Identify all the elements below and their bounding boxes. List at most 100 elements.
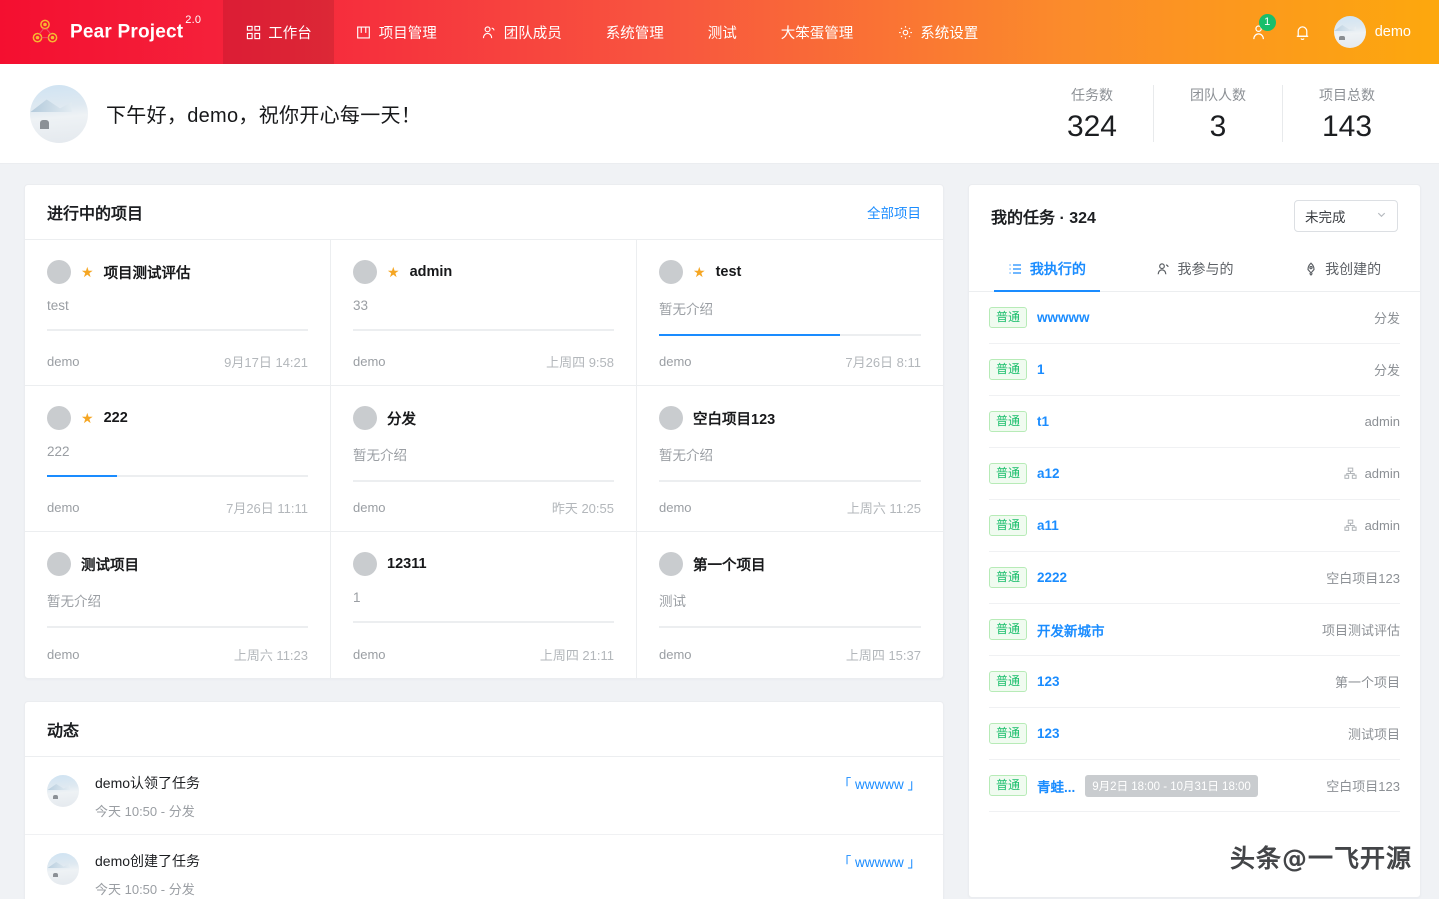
task-name-link[interactable]: 2222 (1037, 570, 1067, 585)
project-owner: demo (659, 500, 692, 515)
star-icon[interactable]: ★ (693, 265, 706, 279)
project-progress-bar (47, 475, 308, 477)
task-name-link[interactable]: a12 (1037, 466, 1060, 481)
task-row[interactable]: 普通 123 第一个项目 (989, 656, 1400, 708)
project-progress-bar (47, 329, 308, 331)
app-header: Pear Project2.0 工作台 项目管理 团队成员 系统管理 测试 大笨… (0, 0, 1439, 64)
task-project: admin (1343, 518, 1400, 533)
tasks-title: 我的任务 · 324 (991, 210, 1096, 227)
star-icon[interactable]: ★ (81, 265, 94, 279)
task-row[interactable]: 普通 青蛙... 9月2日 18:00 - 10月31日 18:00 空白项目123 (989, 760, 1400, 812)
tasks-list[interactable]: 普通 wwwww 分发 普通 1 分发普通 t1 admin 普通 a12 admin 普通 a11 ad… (969, 292, 1420, 897)
task-row[interactable]: 普通 123 测试项目 (989, 708, 1400, 760)
task-name-link[interactable]: t1 (1037, 414, 1049, 429)
project-card[interactable]: 分发 暂无介绍 demo 昨天 20:55 (331, 386, 637, 532)
watermark: 头条@一飞开源 (1229, 844, 1412, 873)
nav-item-dabendan-management[interactable]: 大笨蛋管理 (759, 0, 876, 64)
task-status-filter[interactable]: 未完成 (1294, 200, 1398, 232)
project-owner: demo (47, 354, 80, 369)
project-card[interactable]: 第一个项目 测试 demo 上周四 15:37 (637, 532, 943, 678)
rocket-icon (1303, 262, 1318, 277)
task-row[interactable]: 普通 开发新城市 项目测试评估 (989, 604, 1400, 656)
task-project-name: admin (1364, 414, 1400, 429)
activity-task-link[interactable]: 「 wwwww 」 (838, 773, 921, 793)
task-name-link[interactable]: 123 (1037, 674, 1060, 689)
dashboard-icon (245, 24, 261, 40)
task-status-filter-value: 未完成 (1305, 210, 1346, 225)
priority-tag: 普通 (989, 567, 1028, 588)
bell-icon[interactable] (1292, 21, 1314, 43)
task-project: 测试项目 (1348, 724, 1400, 743)
tab-my-created[interactable]: 我创建的 (1268, 247, 1416, 291)
nav-item-system-settings[interactable]: 系统设置 (875, 0, 1000, 64)
subtask-icon (1343, 467, 1358, 481)
project-card-header: 测试项目 (47, 552, 308, 576)
nav-label: 项目管理 (378, 25, 437, 42)
tasks-tabs: 我执行的 我参与的 我创建的 (969, 247, 1420, 292)
tab-my-executing[interactable]: 我执行的 (973, 247, 1121, 292)
project-card[interactable]: ★ admin 33 demo 上周四 9:58 (331, 240, 637, 386)
project-card[interactable]: ★ 项目测试评估 test demo 9月17日 14:21 (25, 240, 331, 386)
project-card[interactable]: ★ 222 222 demo 7月26日 11:11 (25, 386, 331, 532)
stat-task-count: 任务数 324 (1031, 85, 1153, 143)
star-icon[interactable]: ★ (387, 265, 400, 279)
project-name: 222 (103, 410, 128, 426)
project-card-header: 空白项目123 (659, 406, 921, 430)
nav-item-project-management[interactable]: 项目管理 (334, 0, 459, 64)
brand[interactable]: Pear Project2.0 (0, 0, 223, 64)
task-row[interactable]: 普通 1 分发 (989, 344, 1400, 396)
nav-label: 测试 (707, 25, 737, 42)
nav-label: 系统管理 (605, 25, 664, 42)
invite-user-icon[interactable]: 1 (1250, 14, 1276, 43)
task-row[interactable]: 普通 t1 admin (989, 396, 1400, 448)
nav-item-workbench[interactable]: 工作台 (223, 0, 334, 64)
project-description: 暂无介绍 (47, 594, 101, 609)
nav-item-test[interactable]: 测试 (686, 0, 759, 64)
project-description: 33 (353, 298, 369, 313)
project-description: test (47, 298, 69, 313)
task-name-link[interactable]: wwwww (1037, 310, 1090, 325)
task-name-link[interactable]: 1 (1037, 362, 1045, 377)
project-card[interactable]: 测试项目 暂无介绍 demo 上周六 11:23 (25, 532, 331, 678)
project-avatar (47, 260, 71, 284)
task-row[interactable]: 普通 a12 admin (989, 448, 1400, 500)
nav-item-system-management[interactable]: 系统管理 (584, 0, 686, 64)
task-row[interactable]: 普通 wwwww 分发 (989, 292, 1400, 344)
project-card[interactable]: 空白项目123 暂无介绍 demo 上周六 11:25 (637, 386, 943, 532)
project-card[interactable]: 12311 1 demo 上周四 21:11 (331, 532, 637, 678)
activity-content: demo创建了任务 今天 10:50 - 分发 (95, 851, 200, 898)
project-icon (356, 24, 372, 40)
all-projects-link[interactable]: 全部项目 (867, 202, 921, 222)
project-owner: demo (353, 354, 386, 369)
project-card[interactable]: ★ test 暂无介绍 demo 7月26日 8:11 (637, 240, 943, 386)
task-name-link[interactable]: 青蛙... (1037, 776, 1075, 796)
project-name: 第一个项目 (693, 557, 766, 574)
header-actions: 1 demo (1250, 0, 1439, 64)
task-row[interactable]: 普通 2222 空白项目123 (989, 552, 1400, 604)
task-project-name: 空白项目123 (1326, 571, 1400, 586)
star-icon[interactable]: ★ (81, 411, 94, 425)
tab-my-participating[interactable]: 我参与的 (1121, 247, 1269, 291)
priority-tag: 普通 (989, 775, 1028, 796)
project-name: 12311 (387, 556, 427, 572)
task-row[interactable]: 普通 a11 admin (989, 500, 1400, 552)
user-menu[interactable]: demo (1333, 16, 1411, 48)
activity-task-link[interactable]: 「 wwwww 」 (838, 851, 921, 871)
project-card-header: ★ 项目测试评估 (47, 260, 308, 284)
task-project-name: admin (1364, 466, 1400, 481)
brand-title: Pear Project2.0 (70, 14, 202, 43)
nav-item-team-members[interactable]: 团队成员 (459, 0, 584, 64)
task-name-link[interactable]: 123 (1037, 726, 1060, 741)
task-project-name: admin (1364, 518, 1400, 533)
task-name-link[interactable]: 开发新城市 (1037, 620, 1105, 640)
activity-meta: 今天 10:50 - 分发 (95, 882, 195, 897)
task-name-link[interactable]: a11 (1037, 518, 1059, 533)
project-card-header: ★ admin (353, 260, 614, 284)
project-avatar (47, 552, 71, 576)
task-project: 空白项目123 (1326, 776, 1400, 795)
project-avatar (353, 260, 377, 284)
priority-tag: 普通 (989, 723, 1028, 744)
tab-label: 我创建的 (1325, 261, 1382, 277)
project-progress-bar (353, 621, 614, 623)
tab-label: 我参与的 (1177, 261, 1234, 277)
